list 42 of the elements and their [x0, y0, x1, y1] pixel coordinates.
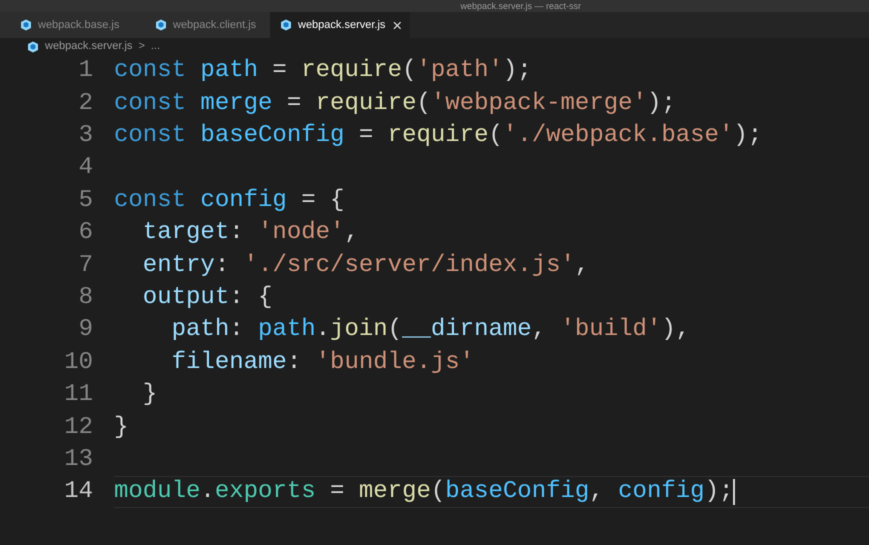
code-line: output: {: [142, 282, 272, 313]
breadcrumb-more[interactable]: ...: [150, 38, 160, 55]
code-line: const baseConfig = require('./webpack.base');: [114, 120, 762, 151]
line-number: 14: [63, 477, 93, 508]
window-title: webpack.server.js — react-ssr: [460, 0, 581, 12]
code-line: const merge = require('webpack-merge');: [114, 88, 676, 119]
editor-tab[interactable]: webpack.client.js: [135, 12, 270, 38]
line-number: 3: [78, 120, 93, 151]
tab-label: webpack.server.js: [298, 18, 386, 33]
text-cursor: [733, 479, 736, 506]
line-number: 4: [78, 153, 93, 184]
editor-tab[interactable]: webpack.base.js: [0, 12, 135, 38]
breadcrumb-item[interactable]: webpack.server.js: [45, 38, 132, 55]
breadcrumb-separator: >: [138, 39, 145, 54]
code-line: filename: 'bundle.js': [170, 348, 474, 378]
cube-icon: [155, 19, 167, 31]
cube-icon: [20, 19, 32, 31]
tab-label: webpack.base.js: [38, 18, 120, 33]
code-line: module.exports = merge(baseConfig, config);: [114, 477, 734, 508]
line-number: 12: [63, 412, 93, 442]
line-number: 10: [63, 348, 93, 378]
cube-icon: [280, 19, 292, 31]
code-line: }: [114, 412, 128, 442]
line-number: 8: [78, 282, 93, 313]
line-number: 11: [63, 380, 93, 410]
line-number: 2: [78, 88, 93, 119]
cube-icon: [27, 40, 39, 52]
line-number: 9: [78, 315, 93, 346]
line-number: 7: [78, 250, 93, 281]
code-line: const path = require('path');: [114, 56, 532, 86]
code-line: }: [142, 380, 158, 410]
code-line: target: 'node',: [142, 218, 359, 248]
code-line: const config = {: [114, 186, 344, 216]
line-number: 1: [78, 56, 93, 86]
line-number: 5: [78, 186, 93, 216]
line-number: 13: [63, 444, 93, 475]
code-line: entry: './src/server/index.js',: [142, 250, 590, 281]
code-line: path: path.join(__dirname, 'build'),: [170, 315, 690, 346]
editor-tab[interactable]: webpack.server.js: [270, 12, 410, 38]
line-number: 6: [78, 218, 93, 248]
tab-label: webpack.client.js: [173, 18, 256, 33]
close-icon[interactable]: [393, 20, 402, 30]
